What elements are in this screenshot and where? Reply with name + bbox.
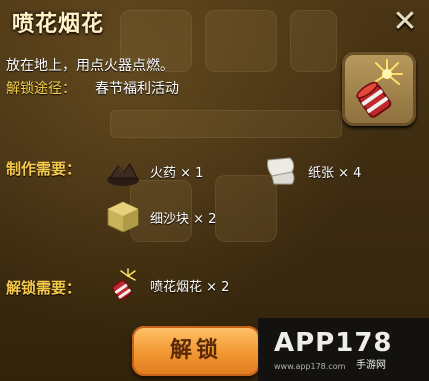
watermark-logo: APP178 bbox=[274, 328, 393, 358]
material-name: 火药 × 1 bbox=[150, 165, 204, 181]
page-title: 喷花烟花 bbox=[12, 12, 105, 37]
craft-label: 制作需要： bbox=[6, 160, 82, 178]
material-item: 纸张 × 4 bbox=[262, 154, 361, 188]
material-item: 细沙块 × 2 bbox=[104, 200, 216, 234]
firework-icon bbox=[356, 59, 403, 118]
unlock-path-label: 解锁途径： bbox=[6, 81, 76, 97]
material-name: 纸张 × 4 bbox=[308, 165, 362, 181]
unlock-need-label: 解锁需要： bbox=[6, 279, 82, 297]
sand-block-icon bbox=[104, 200, 142, 234]
ghost-card bbox=[290, 10, 337, 72]
unlock-button[interactable]: 解锁 bbox=[132, 326, 260, 376]
unlock-need-item: 喷花烟花 × 2 bbox=[104, 268, 229, 302]
material-name: 细沙块 × 2 bbox=[150, 211, 217, 227]
firework-icon bbox=[104, 268, 142, 302]
watermark-subtitle: 手游网 bbox=[356, 360, 386, 371]
item-preview bbox=[342, 52, 416, 126]
close-icon[interactable]: ✕ bbox=[387, 4, 423, 40]
unlock-need-name: 喷花烟花 × 2 bbox=[150, 279, 230, 295]
watermark: APP178 手游网 www.app178.com bbox=[258, 318, 429, 381]
paper-icon bbox=[262, 154, 300, 188]
watermark-url: www.app178.com bbox=[274, 362, 346, 371]
gunpowder-icon bbox=[104, 154, 142, 188]
ghost-banner bbox=[110, 110, 342, 138]
material-item: 火药 × 1 bbox=[104, 154, 203, 188]
unlock-path-value: 春节福利活动 bbox=[95, 81, 179, 97]
ghost-card bbox=[205, 10, 277, 72]
item-description: 放在地上，用点火器点燃。 bbox=[6, 58, 174, 74]
item-detail-dialog: 喷花烟花 ✕ 放在地上，用点火器点燃。 解锁途径： 春节福利活动 制作需要： 火… bbox=[0, 0, 429, 381]
